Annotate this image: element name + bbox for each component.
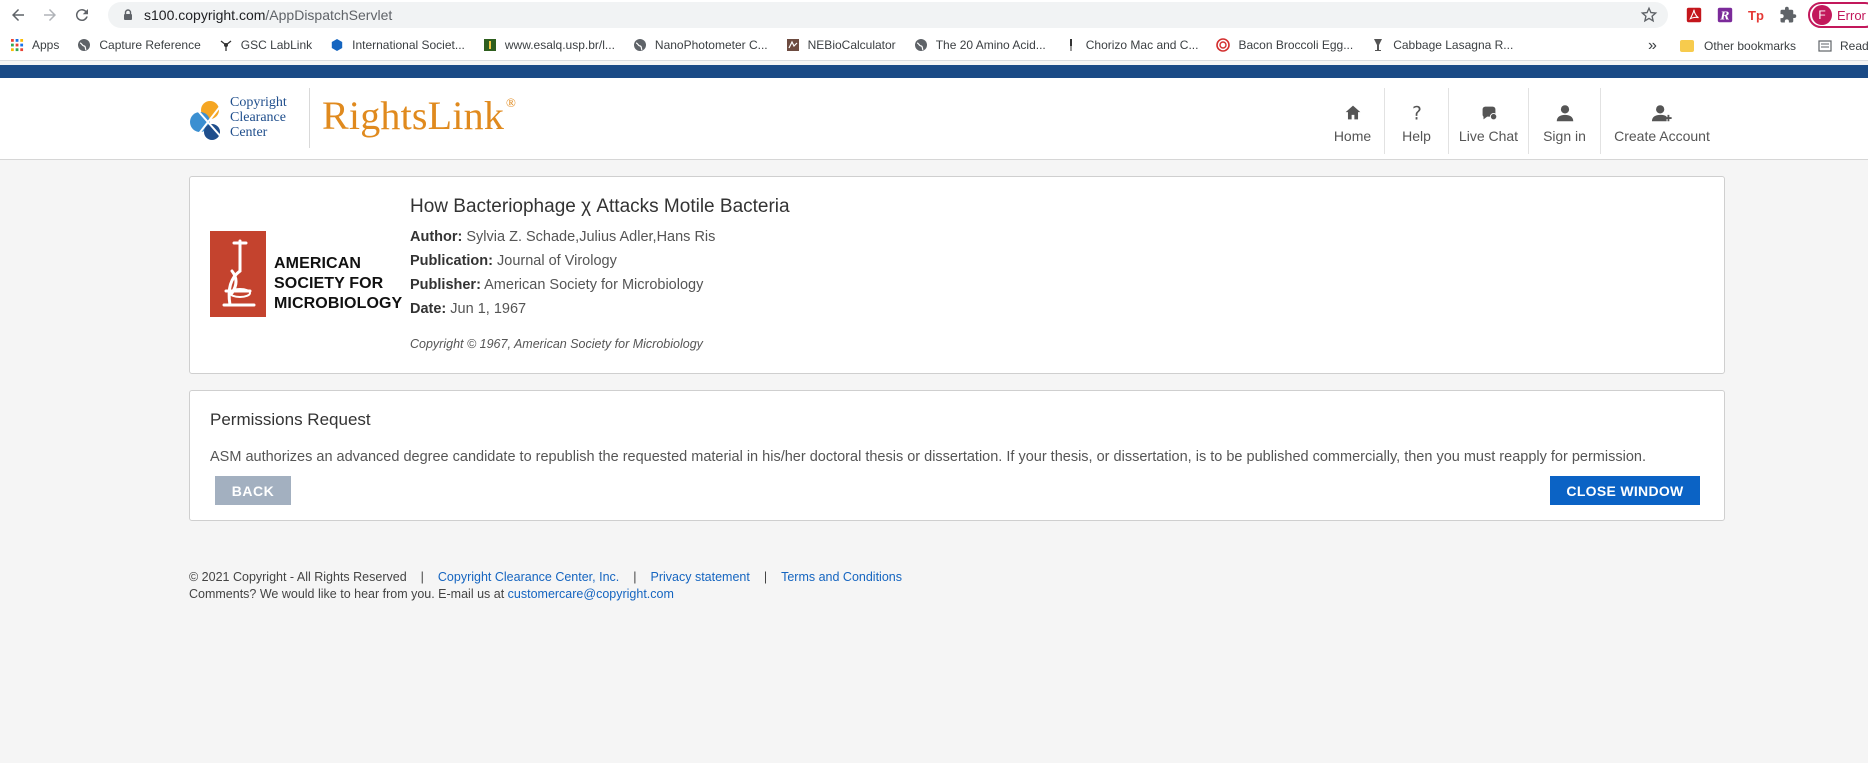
footer-separator: | bbox=[420, 570, 424, 584]
puzzle-icon[interactable] bbox=[1778, 5, 1798, 25]
globe-icon bbox=[914, 38, 928, 52]
tp-icon[interactable]: Tp bbox=[1746, 5, 1766, 25]
bookmarks-overflow-button[interactable]: » bbox=[1648, 30, 1657, 61]
chat-icon bbox=[1482, 106, 1497, 121]
asm-microscope-icon bbox=[210, 231, 266, 317]
header-nav: Home ? Help Live Chat Sign in Create Acc… bbox=[1321, 88, 1723, 154]
neb-icon bbox=[786, 38, 800, 52]
close-window-button[interactable]: CLOSE WINDOW bbox=[1550, 476, 1700, 505]
browser-toolbar: s100.copyright.com/AppDispatchServlet R … bbox=[0, 0, 1868, 30]
url-text: s100.copyright.com/AppDispatchServlet bbox=[144, 7, 393, 23]
footer-separator: | bbox=[633, 570, 637, 584]
reload-icon[interactable] bbox=[68, 1, 96, 29]
add-user-icon bbox=[1651, 105, 1672, 122]
bookmark-international-society[interactable]: International Societ... bbox=[330, 38, 465, 52]
bookmark-gsc-lablink[interactable]: GSC LabLink bbox=[219, 38, 312, 52]
bookmark-esalq[interactable]: www.esalq.usp.br/l... bbox=[483, 38, 615, 52]
hexagon-icon bbox=[330, 38, 344, 52]
nav-help[interactable]: ? Help bbox=[1385, 88, 1449, 154]
nav-live-chat[interactable]: Live Chat bbox=[1449, 88, 1529, 154]
address-bar[interactable]: s100.copyright.com/AppDispatchServlet bbox=[108, 2, 1668, 28]
globe-icon bbox=[77, 38, 91, 52]
zotero-icon[interactable]: R bbox=[1715, 5, 1735, 25]
profile-button[interactable]: F Error bbox=[1808, 2, 1868, 28]
user-icon bbox=[1556, 105, 1573, 122]
globe-icon bbox=[633, 38, 647, 52]
svg-text:?: ? bbox=[1412, 103, 1422, 124]
bookmark-capture-reference[interactable]: Capture Reference bbox=[77, 38, 201, 52]
article-author: Author: Sylvia Z. Schade,Julius Adler,Ha… bbox=[410, 229, 716, 245]
footer: © 2021 Copyright - All Rights Reserved |… bbox=[189, 569, 902, 603]
bookmark-chorizo-mac[interactable]: Chorizo Mac and C... bbox=[1064, 38, 1198, 52]
article-publisher: Publisher: American Society for Microbio… bbox=[410, 277, 704, 293]
permissions-card: Permissions Request ASM authorizes an ad… bbox=[189, 390, 1725, 521]
svg-text:R: R bbox=[1720, 10, 1730, 23]
footer-copyright: © 2021 Copyright - All Rights Reserved bbox=[189, 570, 407, 584]
ccc-logo-icon[interactable] bbox=[188, 96, 228, 144]
profile-status: Error bbox=[1837, 7, 1866, 23]
footer-email-link[interactable]: customercare@copyright.com bbox=[508, 586, 674, 603]
molecule-icon bbox=[219, 38, 233, 52]
other-bookmarks[interactable]: Other bookmarks bbox=[1680, 30, 1796, 61]
nav-sign-in[interactable]: Sign in bbox=[1529, 88, 1601, 154]
reading-list[interactable]: Read bbox=[1818, 30, 1868, 61]
bookmark-bacon-broccoli[interactable]: Bacon Broccoli Egg... bbox=[1216, 38, 1353, 52]
article-copyright: Copyright © 1967, American Society for M… bbox=[410, 337, 703, 351]
footer-link-terms[interactable]: Terms and Conditions bbox=[781, 569, 902, 586]
lock-icon bbox=[124, 9, 132, 20]
bookmark-nanophotometer[interactable]: NanoPhotometer C... bbox=[633, 38, 768, 52]
article-date: Date: Jun 1, 1967 bbox=[410, 301, 527, 317]
bookmarks-bar: Apps Capture Reference GSC LabLink Inter… bbox=[0, 30, 1868, 61]
article-publication: Publication: Journal of Virology bbox=[410, 253, 617, 269]
bookmark-amino-acids[interactable]: The 20 Amino Acid... bbox=[914, 38, 1046, 52]
avatar: F bbox=[1812, 5, 1832, 25]
help-icon: ? bbox=[1412, 103, 1422, 124]
footer-link-privacy[interactable]: Privacy statement bbox=[651, 569, 750, 586]
rightslink-logo[interactable]: RightsLink ® bbox=[322, 92, 516, 139]
spiral-icon bbox=[1216, 38, 1231, 52]
reading-list-icon bbox=[1818, 39, 1832, 52]
home-icon bbox=[1345, 105, 1360, 120]
pin-icon bbox=[1064, 38, 1078, 52]
nav-home[interactable]: Home bbox=[1321, 88, 1385, 154]
logo-divider bbox=[309, 88, 310, 148]
adobe-pdf-icon[interactable] bbox=[1684, 5, 1704, 25]
publisher-logo-text: AMERICAN SOCIETY FOR MICROBIOLOGY bbox=[274, 255, 403, 312]
article-card: AMERICAN SOCIETY FOR MICROBIOLOGY How Ba… bbox=[189, 176, 1725, 374]
nav-create-account[interactable]: Create Account bbox=[1601, 88, 1723, 154]
bookmark-nebiocalculator[interactable]: NEBioCalculator bbox=[786, 38, 896, 52]
ccc-wordmark: Copyright Clearance Center bbox=[230, 95, 287, 140]
bookmark-apps[interactable]: Apps bbox=[10, 38, 59, 52]
esalq-icon bbox=[483, 38, 497, 52]
article-title: How Bacteriophage χ Attacks Motile Bacte… bbox=[410, 196, 790, 217]
folder-icon bbox=[1680, 39, 1694, 52]
footer-link-ccc[interactable]: Copyright Clearance Center, Inc. bbox=[438, 569, 619, 586]
brand-strip bbox=[0, 65, 1868, 78]
permissions-text: ASM authorizes an advanced degree candid… bbox=[210, 449, 1646, 465]
bookmark-star-icon[interactable] bbox=[1640, 6, 1658, 24]
bookmark-cabbage-lasagna[interactable]: Cabbage Lasagna R... bbox=[1371, 38, 1513, 52]
permissions-heading: Permissions Request bbox=[210, 410, 371, 429]
back-arrow-icon[interactable] bbox=[4, 1, 32, 29]
footer-separator: | bbox=[763, 570, 768, 584]
site-header: Copyright Clearance Center RightsLink ® H… bbox=[0, 78, 1868, 160]
forward-arrow-icon[interactable] bbox=[36, 1, 64, 29]
footer-comments: Comments? We would like to hear from you… bbox=[189, 587, 505, 601]
glass-icon bbox=[1371, 38, 1385, 52]
apps-grid-icon bbox=[10, 38, 24, 52]
back-button[interactable]: BACK bbox=[215, 476, 291, 505]
